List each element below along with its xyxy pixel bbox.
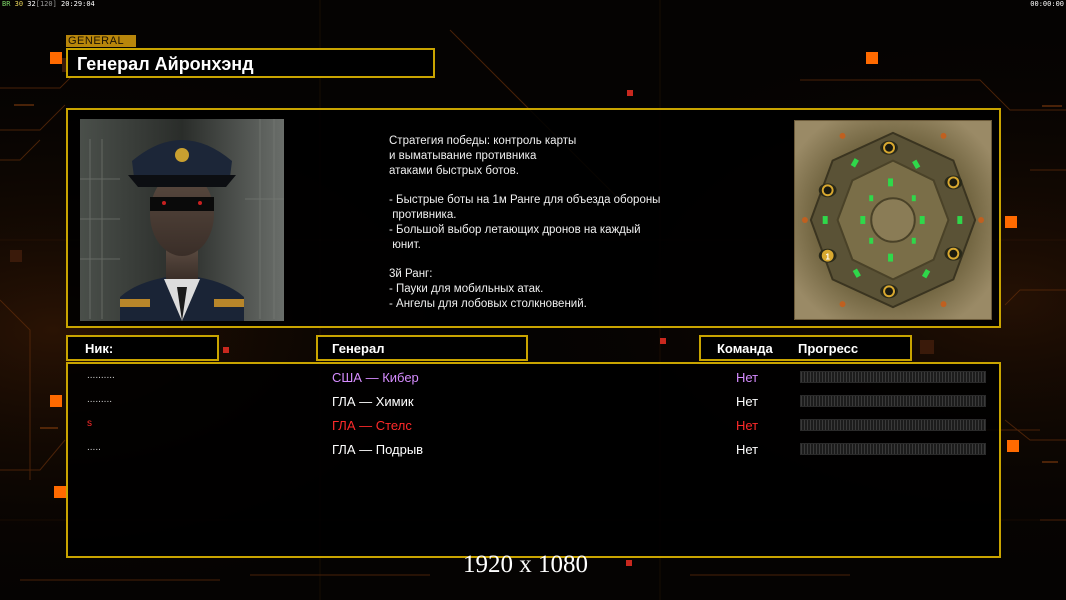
- hud-timer: 00:00:00: [1030, 0, 1064, 8]
- general-column-header: Генерал: [316, 335, 528, 361]
- hud-status-readout: BR 30 32[120] 20:29:04: [2, 0, 95, 8]
- player-team[interactable]: Нет: [736, 418, 758, 433]
- player-team[interactable]: Нет: [736, 442, 758, 457]
- player-nick: .........: [87, 394, 113, 405]
- player-general[interactable]: ГЛА — Стелс: [332, 418, 412, 433]
- minimap-preview: 1: [794, 120, 992, 320]
- player-row[interactable]: ..... ГЛА — Подрыв Нет: [68, 440, 999, 460]
- nick-header-label: Ник:: [85, 341, 114, 356]
- player-team[interactable]: Нет: [736, 394, 758, 409]
- player-general[interactable]: ГЛА — Подрыв: [332, 442, 423, 457]
- player-list-panel: .......... США — Кибер Нет......... ГЛА — Х…: [66, 362, 1001, 558]
- general-tag: GENERAL: [66, 35, 136, 47]
- player-row[interactable]: s ГЛА — Стелс Нет: [68, 416, 999, 436]
- hud-readout-part: 30: [10, 0, 28, 8]
- player-nick: ..........: [87, 370, 115, 381]
- player-general[interactable]: ГЛА — Химик: [332, 394, 414, 409]
- general-title-box: Генерал Айронхэнд: [66, 48, 435, 78]
- player-row[interactable]: ......... ГЛА — Химик Нет: [68, 392, 999, 412]
- hud-readout-part: [120]: [35, 0, 57, 8]
- player-progress-bar: [800, 395, 986, 407]
- player-progress-bar: [800, 371, 986, 383]
- progress-header-label: Прогресс: [798, 341, 859, 356]
- team-header-label: Команда: [717, 341, 773, 356]
- general-info-panel: Стратегия победы: контроль карты и вымат…: [66, 108, 1001, 328]
- player-progress-bar: [800, 419, 986, 431]
- minimap-start-marker: 1: [825, 253, 830, 262]
- nick-column-header: Ник:: [66, 335, 219, 361]
- player-progress-bar: [800, 443, 986, 455]
- general-title: Генерал Айронхэнд: [77, 54, 254, 74]
- player-nick: .....: [87, 442, 101, 453]
- general-header-label: Генерал: [332, 341, 385, 356]
- player-nick: s: [87, 418, 92, 429]
- player-team[interactable]: Нет: [736, 370, 758, 385]
- general-portrait: [80, 119, 284, 321]
- strategy-description: Стратегия победы: контроль карты и вымат…: [389, 135, 661, 310]
- resolution-caption: 1920 x 1080: [463, 551, 588, 578]
- team-progress-column-header: Команда Прогресс: [699, 335, 912, 361]
- player-row[interactable]: .......... США — Кибер Нет: [68, 368, 999, 388]
- hud-readout-part: 32: [27, 0, 36, 8]
- player-general[interactable]: США — Кибер: [332, 370, 419, 385]
- hud-readout-part: 20:29:04: [56, 0, 95, 8]
